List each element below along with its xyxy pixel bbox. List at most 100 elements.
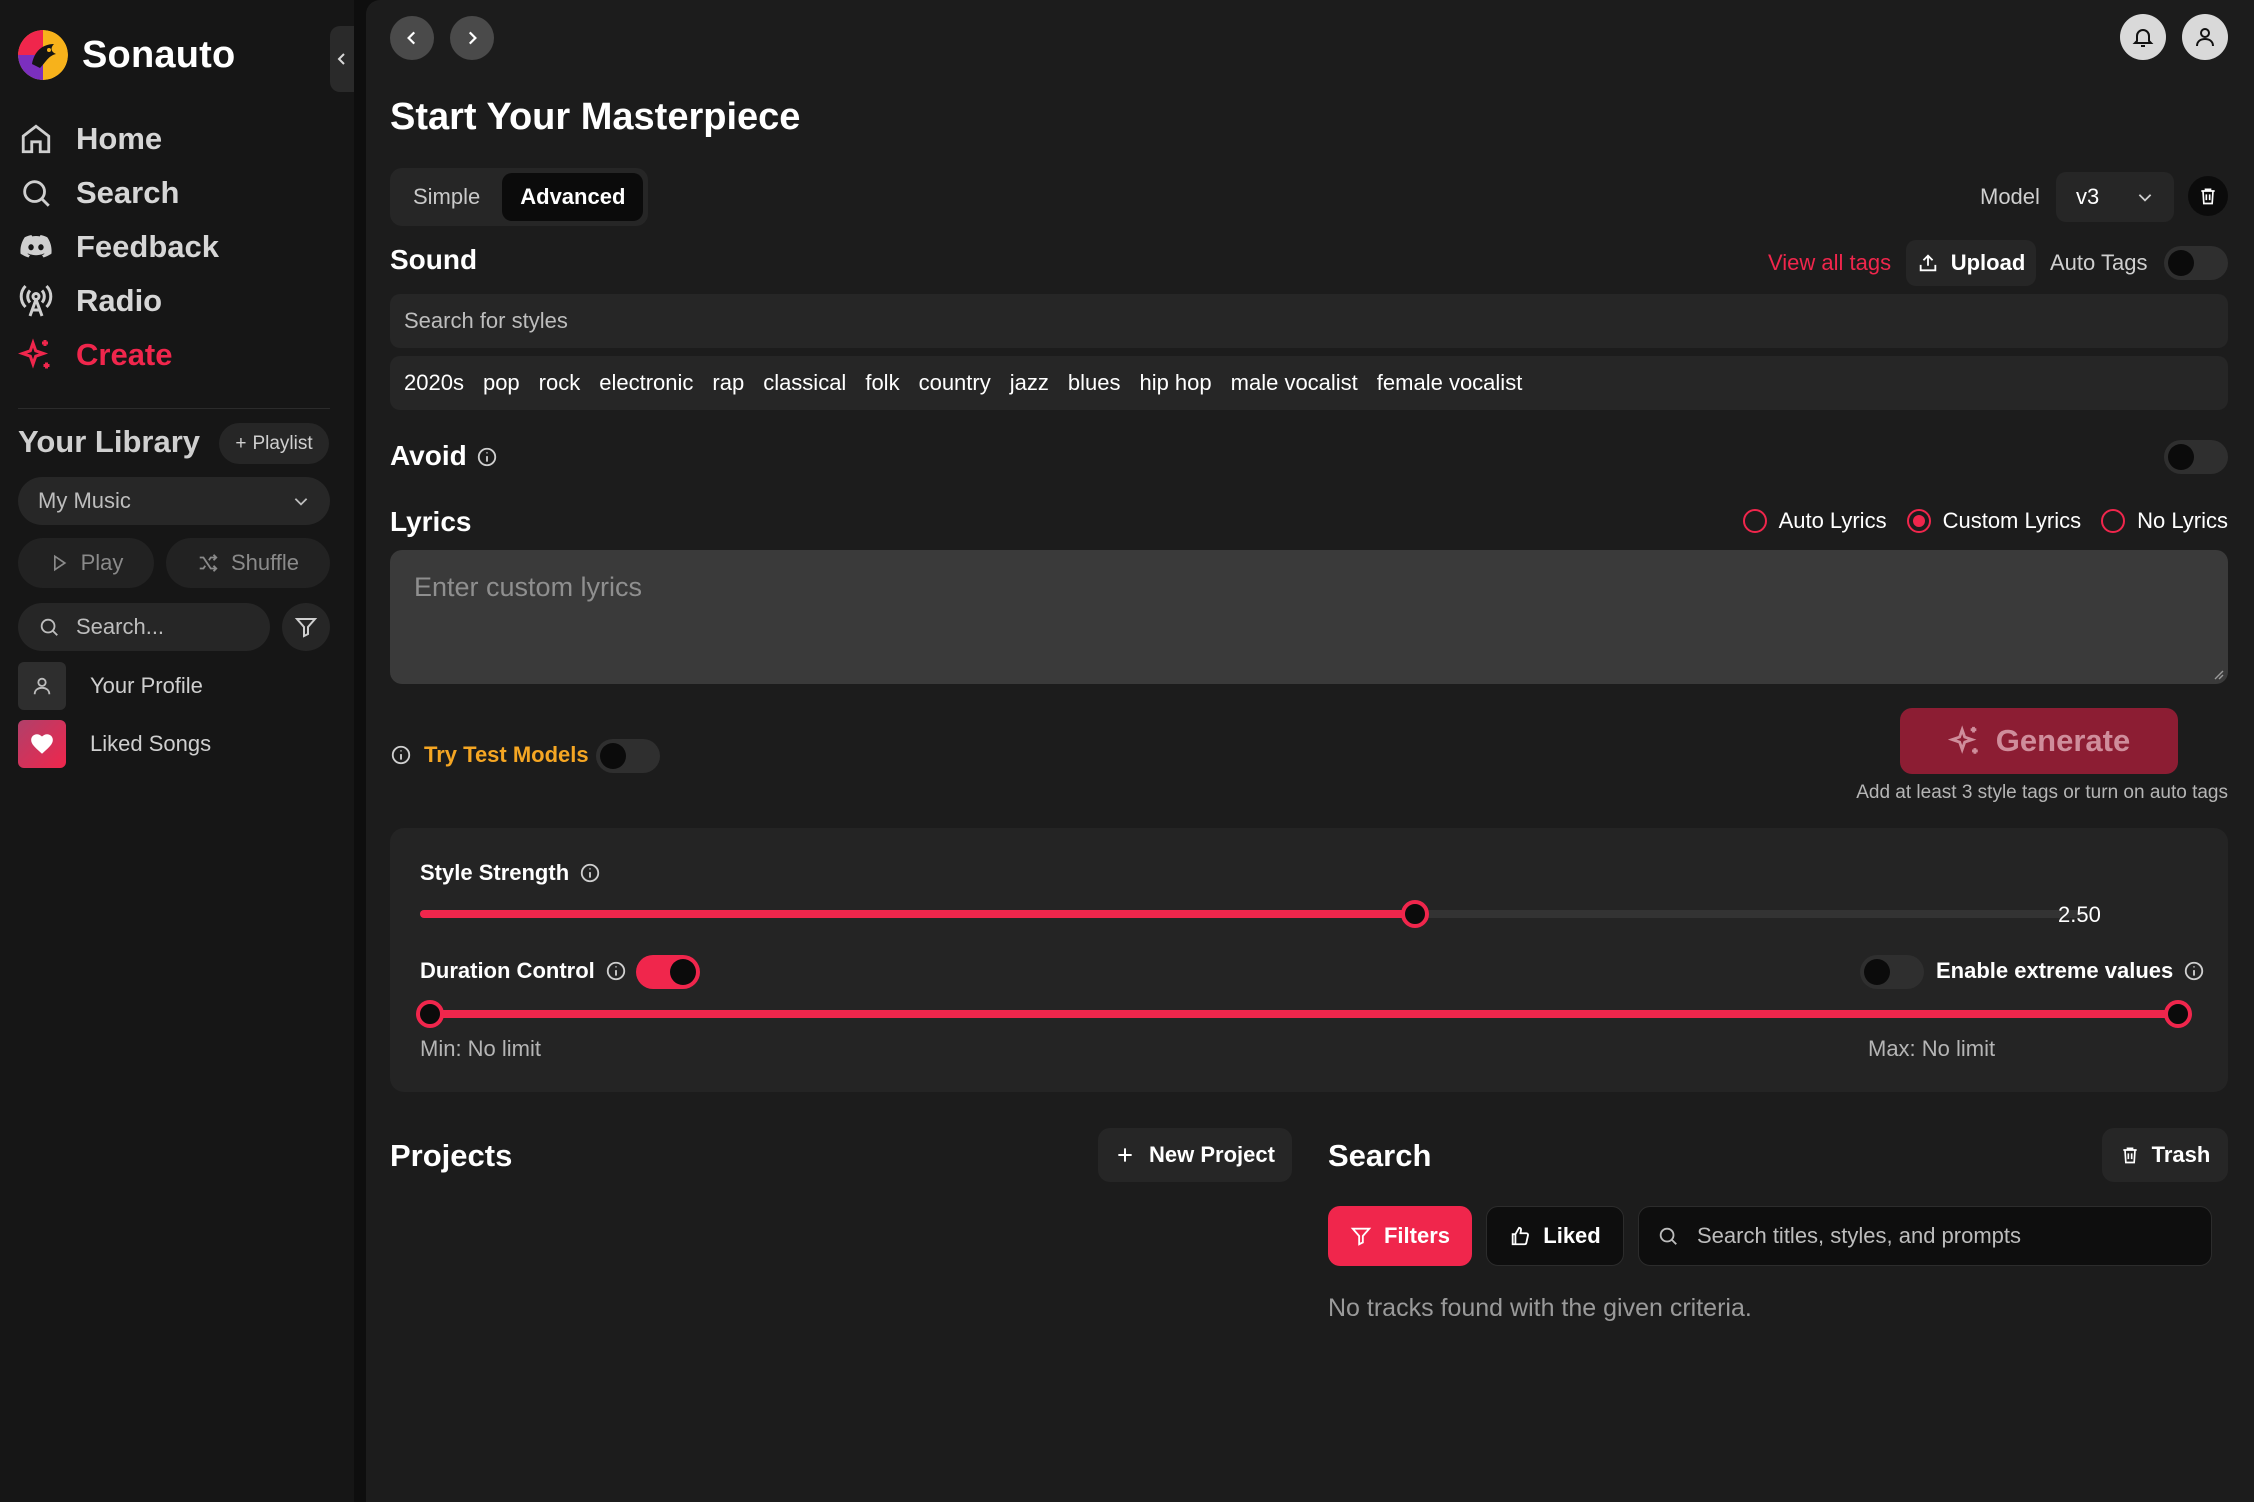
view-all-tags-link[interactable]: View all tags <box>1768 250 1891 276</box>
shuffle-button[interactable]: Shuffle <box>166 538 330 588</box>
sound-label: Sound <box>390 244 478 275</box>
style-tag[interactable]: female vocalist <box>1377 370 1523 396</box>
tab-simple[interactable]: Simple <box>395 173 498 221</box>
nav-radio[interactable]: Radio <box>18 274 334 328</box>
nav-feedback-label: Feedback <box>76 229 220 264</box>
lyrics-placeholder: Enter custom lyrics <box>414 572 643 602</box>
filter-icon <box>294 618 318 638</box>
radio-custom-lyrics[interactable]: Custom Lyrics <box>1906 508 2082 534</box>
nav-search-label: Search <box>76 175 180 210</box>
plus-icon: + <box>235 432 247 454</box>
forward-button[interactable] <box>450 16 494 60</box>
lyrics-textarea[interactable]: Enter custom lyrics <box>390 550 2228 684</box>
avoid-toggle[interactable] <box>2164 440 2228 474</box>
tab-advanced[interactable]: Advanced <box>502 173 644 221</box>
generate-label: Generate <box>1995 723 2131 758</box>
auto-tags-toggle[interactable] <box>2164 246 2228 280</box>
style-search-input[interactable]: Search for styles <box>390 294 2228 348</box>
style-tag[interactable]: 2020s <box>404 370 464 396</box>
nav-feedback[interactable]: Feedback <box>18 220 334 274</box>
filters-label: Filters <box>1383 1223 1451 1248</box>
style-tag[interactable]: hip hop <box>1139 370 1211 396</box>
brand[interactable]: Sonauto <box>18 30 235 80</box>
add-playlist-button[interactable]: + Playlist <box>219 423 329 464</box>
style-tag[interactable]: jazz <box>1010 370 1049 396</box>
upload-button[interactable]: Upload <box>1906 240 2036 286</box>
trash-icon <box>2201 188 2215 205</box>
resize-handle-icon[interactable] <box>2212 668 2224 680</box>
extreme-values-label-group: Enable extreme values <box>1936 958 2205 984</box>
info-icon[interactable] <box>2183 960 2205 982</box>
brand-name: Sonauto <box>82 33 236 76</box>
search-icon <box>1659 1227 1677 1245</box>
bell-icon <box>2132 29 2154 47</box>
info-icon[interactable] <box>579 862 601 884</box>
duration-control-label-group: Duration Control <box>420 958 627 984</box>
style-strength-slider[interactable] <box>420 900 2086 928</box>
style-tag[interactable]: electronic <box>599 370 693 396</box>
radio-label: Custom Lyrics <box>1942 508 2082 533</box>
library-item-label: Liked Songs <box>90 731 212 756</box>
play-button[interactable]: Play <box>18 538 154 588</box>
back-button[interactable] <box>390 16 434 60</box>
extreme-values-toggle[interactable] <box>1860 955 1924 989</box>
library-filter-select[interactable]: My Music <box>18 477 330 525</box>
duration-max-thumb[interactable] <box>2164 1000 2192 1028</box>
style-tag[interactable]: male vocalist <box>1231 370 1358 396</box>
upload-icon <box>1919 254 1936 272</box>
library-search-input[interactable]: Search... <box>18 603 270 651</box>
try-test-models: Try Test Models <box>390 742 589 768</box>
style-strength-label-group: Style Strength <box>420 860 601 886</box>
trash-button[interactable]: Trash <box>2102 1128 2228 1182</box>
chevron-left-icon <box>337 53 345 65</box>
nav-search[interactable]: Search <box>18 166 334 220</box>
chevron-left-icon <box>407 31 416 45</box>
liked-filter-button[interactable]: Liked <box>1486 1206 1624 1266</box>
sparkles-icon <box>18 337 54 373</box>
account-button[interactable] <box>2182 14 2228 60</box>
model-select[interactable]: v3 <box>2056 172 2174 222</box>
generate-hint: Add at least 3 style tags or turn on aut… <box>1856 782 2228 803</box>
style-tag[interactable]: classical <box>763 370 846 396</box>
track-search-placeholder: Search titles, styles, and prompts <box>1697 1223 2022 1248</box>
search-icon <box>40 618 58 636</box>
style-tag[interactable]: blues <box>1068 370 1121 396</box>
style-strength-value: 2.50 <box>2058 902 2101 927</box>
library-item-liked-songs[interactable]: Liked Songs <box>18 720 211 768</box>
radio-no-lyrics[interactable]: No Lyrics <box>2101 508 2228 534</box>
notifications-button[interactable] <box>2120 14 2166 60</box>
radio-auto-lyrics[interactable]: Auto Lyrics <box>1742 508 1887 534</box>
style-strength-label: Style Strength <box>420 860 570 885</box>
new-project-button[interactable]: New Project <box>1098 1128 1292 1182</box>
library-item-profile[interactable]: Your Profile <box>18 662 203 710</box>
library-filter-button[interactable] <box>282 603 330 651</box>
lyrics-mode-radios: Auto Lyrics Custom Lyrics No Lyrics <box>1742 508 2228 534</box>
duration-range-slider[interactable] <box>416 1000 2192 1028</box>
shuffle-label: Shuffle <box>230 550 300 575</box>
nav-create-label: Create <box>76 337 173 372</box>
slider-thumb[interactable] <box>1400 900 1429 928</box>
duration-control-toggle[interactable] <box>636 955 700 989</box>
info-icon[interactable] <box>476 446 498 468</box>
style-tag[interactable]: folk <box>865 370 899 396</box>
filters-button[interactable]: Filters <box>1328 1206 1472 1266</box>
style-tag[interactable]: rock <box>539 370 581 396</box>
style-tag[interactable]: rap <box>712 370 744 396</box>
nav-home[interactable]: Home <box>18 112 334 166</box>
info-icon[interactable] <box>605 960 627 982</box>
clear-button[interactable] <box>2188 176 2228 216</box>
sidebar: Sonauto Home Search Feedback Radio Creat… <box>0 0 354 1502</box>
upload-label: Upload <box>1950 250 2026 275</box>
collapse-sidebar-button[interactable] <box>330 26 354 92</box>
style-tag[interactable]: country <box>919 370 991 396</box>
generate-button[interactable]: Generate <box>1900 708 2178 774</box>
test-models-toggle[interactable] <box>596 739 660 773</box>
style-tag[interactable]: pop <box>483 370 520 396</box>
search-title: Search <box>1328 1138 1432 1173</box>
nav-create[interactable]: Create <box>18 328 334 382</box>
heart-icon <box>18 720 66 768</box>
info-icon[interactable] <box>390 744 412 766</box>
duration-min-thumb[interactable] <box>416 1000 444 1028</box>
track-search-input[interactable]: Search titles, styles, and prompts <box>1638 1206 2212 1266</box>
play-icon <box>53 554 66 572</box>
